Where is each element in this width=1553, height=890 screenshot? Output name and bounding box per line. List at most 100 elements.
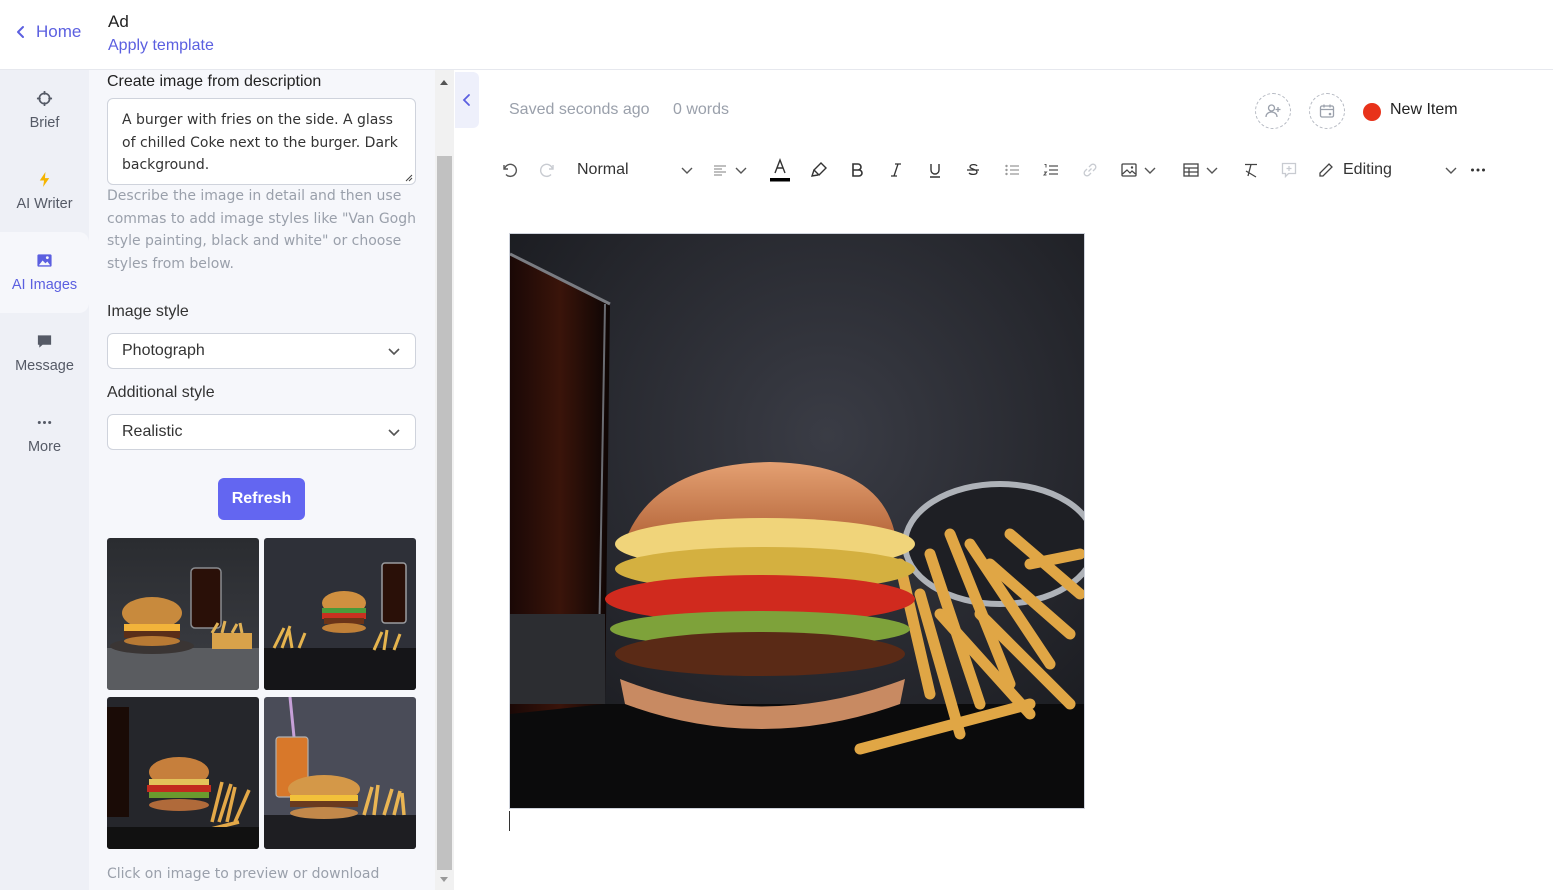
paragraph-style-value: Normal: [577, 161, 629, 178]
calendar-icon: [1319, 104, 1335, 118]
bullet-list-icon: [1005, 164, 1019, 176]
image-icon: [1121, 163, 1137, 177]
additional-style-select[interactable]: Realistic: [107, 414, 416, 450]
chevron-left-icon: [462, 94, 470, 106]
align-dropdown[interactable]: [708, 156, 750, 184]
underline-button[interactable]: [923, 156, 947, 184]
home-link[interactable]: Home: [14, 22, 81, 42]
undo-icon: [503, 163, 518, 177]
text-caret: [509, 811, 510, 831]
burger-photo-main: [510, 234, 1084, 808]
nav-label-message: Message: [15, 358, 74, 374]
status-dot: [1363, 103, 1381, 121]
lightning-icon: [39, 171, 50, 188]
chevron-down-icon: [1206, 167, 1218, 174]
add-comment-button[interactable]: [1277, 156, 1301, 184]
nav-label-brief: Brief: [29, 115, 60, 131]
italic-icon: [891, 163, 901, 177]
insert-image-dropdown[interactable]: [1116, 156, 1160, 184]
insert-table-dropdown[interactable]: [1178, 156, 1222, 184]
bold-icon: [852, 163, 863, 177]
chevron-down-icon: [388, 429, 400, 437]
more-options-button[interactable]: [1466, 156, 1490, 184]
clear-formatting-icon: [1245, 163, 1257, 178]
highlighter-icon: [810, 162, 827, 177]
chevron-down-icon: [681, 167, 693, 174]
top-header: Home Ad Apply template: [0, 0, 1553, 70]
burger-photo-2: [264, 538, 416, 690]
image-style-label: Image style: [107, 303, 189, 320]
image-style-value: Photograph: [122, 342, 205, 359]
nav-label-more: More: [27, 439, 62, 455]
inserted-image[interactable]: [509, 233, 1085, 809]
link-icon: [1083, 163, 1097, 177]
paragraph-style-dropdown[interactable]: Normal: [577, 156, 693, 184]
clear-formatting-button[interactable]: [1239, 156, 1263, 184]
generated-image-thumbnail[interactable]: [107, 697, 259, 849]
comment-add-icon: [1281, 162, 1297, 179]
nav-item-message[interactable]: Message: [0, 313, 89, 394]
image-icon: [37, 254, 52, 267]
editing-mode-label: Editing: [1343, 161, 1392, 178]
collapse-panel-button[interactable]: [455, 72, 479, 128]
chevron-down-icon: [388, 348, 400, 356]
additional-style-value: Realistic: [122, 423, 183, 440]
nav-item-more[interactable]: More: [0, 394, 89, 475]
thumbnail-hint: Click on image to preview or download: [107, 866, 380, 882]
font-color-icon: [770, 158, 790, 182]
apply-template-link[interactable]: Apply template: [108, 37, 214, 55]
bullet-list-button[interactable]: [1000, 156, 1024, 184]
word-count: 0 words: [673, 101, 730, 118]
redo-icon: [539, 163, 554, 177]
schedule-button[interactable]: [1309, 93, 1345, 129]
additional-style-label: Additional style: [107, 384, 215, 401]
chevron-down-icon: [1445, 167, 1457, 174]
burger-photo-3: [107, 697, 259, 849]
add-user-icon: [1265, 104, 1281, 118]
panel-scrollbar[interactable]: [435, 70, 454, 890]
document-title: Ad: [108, 12, 129, 31]
nav-item-brief[interactable]: Brief: [0, 70, 89, 151]
table-icon: [1183, 163, 1199, 177]
chevron-left-icon: [17, 26, 24, 38]
description-textarea[interactable]: A burger with fries on the side. A glass…: [107, 98, 416, 185]
generated-image-thumbnail[interactable]: [107, 538, 259, 690]
strikethrough-button[interactable]: [961, 156, 985, 184]
bold-button[interactable]: [845, 156, 869, 184]
ai-images-panel: Create image from description A burger w…: [89, 70, 435, 890]
editing-mode-dropdown[interactable]: Editing: [1317, 156, 1457, 184]
message-icon: [37, 335, 52, 348]
scroll-down-arrow[interactable]: [440, 877, 448, 882]
nav-item-ai-writer[interactable]: AI Writer: [0, 151, 89, 232]
scroll-up-arrow[interactable]: [440, 80, 448, 85]
redo-button[interactable]: [536, 156, 560, 184]
italic-button[interactable]: [884, 156, 908, 184]
resize-grip-icon[interactable]: [403, 172, 413, 182]
generated-image-thumbnail[interactable]: [264, 697, 416, 849]
chevron-down-icon: [1144, 167, 1156, 174]
crosshair-icon: [36, 90, 53, 107]
home-label: Home: [36, 22, 82, 41]
left-nav: Brief AI Writer AI Images Message More: [0, 70, 89, 890]
link-button[interactable]: [1078, 156, 1102, 184]
add-collaborator-button[interactable]: [1255, 93, 1291, 129]
generated-image-thumbnail[interactable]: [264, 538, 416, 690]
highlight-button[interactable]: [807, 156, 831, 184]
underline-icon: [930, 164, 940, 178]
align-left-icon: [714, 165, 726, 176]
status-label[interactable]: New Item: [1390, 101, 1458, 119]
font-color-button[interactable]: [767, 156, 793, 184]
nav-item-ai-images[interactable]: AI Images: [0, 232, 89, 313]
image-style-select[interactable]: Photograph: [107, 333, 416, 369]
scroll-thumb[interactable]: [437, 156, 452, 870]
numbered-list-icon: [1042, 164, 1058, 176]
pencil-icon: [1319, 163, 1333, 177]
strikethrough-icon: [967, 163, 979, 176]
description-help-text: Describe the image in detail and then us…: [107, 188, 416, 272]
nav-label-ai-writer: AI Writer: [16, 196, 73, 212]
refresh-button[interactable]: Refresh: [218, 478, 305, 520]
undo-button[interactable]: [497, 156, 521, 184]
numbered-list-button[interactable]: [1039, 156, 1063, 184]
burger-photo-4: [264, 697, 416, 849]
nav-label-ai-images: AI Images: [11, 277, 78, 293]
